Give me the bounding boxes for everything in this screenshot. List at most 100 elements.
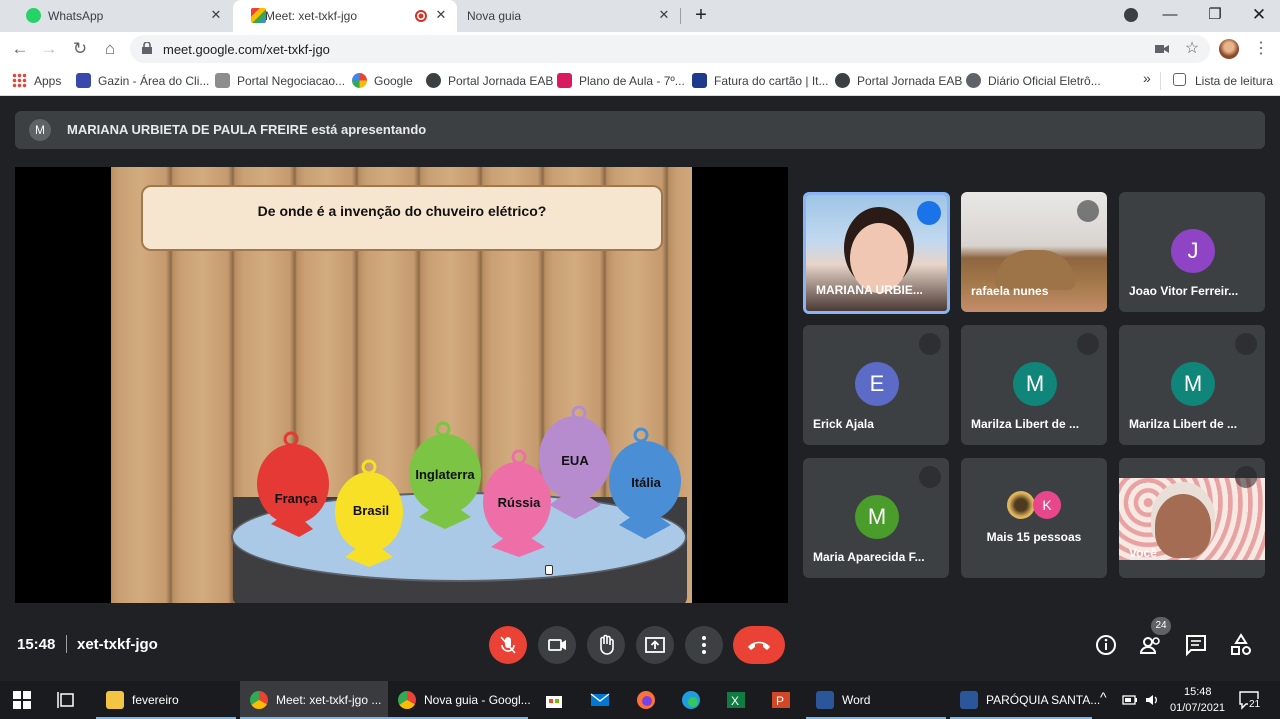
participant-tile-maria[interactable]: M Maria Aparecida F... <box>803 458 949 578</box>
folder-icon <box>106 691 124 709</box>
mail-icon[interactable] <box>590 690 610 710</box>
task-view-icon[interactable] <box>57 690 77 710</box>
taskbar-item-nova-guia[interactable]: Nova guia - Googl... <box>388 681 531 719</box>
restore-icon[interactable]: ❐ <box>1200 4 1230 26</box>
tab-label: Nova guia <box>467 9 522 23</box>
chat-icon[interactable] <box>1183 632 1209 658</box>
participant-avatar: M <box>1171 362 1215 406</box>
participant-avatar: J <box>1171 229 1215 273</box>
word-icon <box>816 691 834 709</box>
shared-slide: De onde é a invenção do chuveiro elétric… <box>111 167 692 603</box>
meeting-clock: 15:48 <box>17 636 56 653</box>
meeting-code: xet-txkf-jgo <box>77 636 158 653</box>
taskbar-item-paroquia[interactable]: PARÓQUIA SANTA... <box>950 681 1100 719</box>
notifications-button[interactable]: 21 <box>1238 689 1262 711</box>
participant-tile-marilza-2[interactable]: M Marilza Libert de ... <box>1119 325 1265 445</box>
apps-grid-icon <box>12 73 27 88</box>
camera-toggle-button[interactable] <box>538 626 576 664</box>
close-window-icon[interactable]: ✕ <box>1244 4 1274 26</box>
fish-label: EUA <box>561 453 589 468</box>
excel-icon[interactable]: X <box>726 690 746 710</box>
camera-blocked-icon[interactable] <box>1155 43 1169 55</box>
taskbar-item-meet[interactable]: Meet: xet-txkf-jgo ... <box>240 681 388 719</box>
powerpoint-icon[interactable]: P <box>771 690 791 710</box>
participant-tile-erick[interactable]: E Erick Ajala <box>803 325 949 445</box>
participant-tile-self[interactable]: Você <box>1119 458 1265 578</box>
meeting-details-icon[interactable] <box>1093 632 1119 658</box>
tab-whatsapp[interactable]: WhatsApp ✕ <box>8 0 232 32</box>
jornada-icon <box>426 73 441 88</box>
tab-divider <box>680 8 681 24</box>
tab-meet[interactable]: Meet: xet-txkf-jgo ✕ <box>233 0 457 32</box>
participant-tile-marilza[interactable]: M Marilza Libert de ... <box>961 325 1107 445</box>
activities-icon[interactable] <box>1228 632 1254 658</box>
edge-icon[interactable] <box>681 690 701 710</box>
tab-nova-guia[interactable]: Nova guia ✕ <box>458 0 680 32</box>
leave-call-button[interactable] <box>733 626 785 664</box>
close-tab-icon[interactable]: ✕ <box>208 7 224 23</box>
fish-eua[interactable]: EUA <box>535 403 615 521</box>
more-participants-label: Mais 15 pessoas <box>986 530 1082 544</box>
participant-tile-mariana[interactable]: MARIANA URBIE... <box>803 192 950 314</box>
forward-icon[interactable]: → <box>38 38 60 60</box>
firefox-icon[interactable] <box>636 690 656 710</box>
question-box: De onde é a invenção do chuveiro elétric… <box>141 185 663 251</box>
chevron-up-icon[interactable]: ^ <box>1100 689 1107 705</box>
volume-icon[interactable] <box>1144 692 1160 708</box>
fish-brasil[interactable]: Brasil <box>329 457 413 569</box>
windows-taskbar: fevereiro Meet: xet-txkf-jgo ... Nova gu… <box>0 681 1280 719</box>
close-tab-icon[interactable]: ✕ <box>656 7 672 23</box>
bookmark-star-icon[interactable]: ☆ <box>1181 38 1203 60</box>
close-tab-icon[interactable]: ✕ <box>433 7 449 23</box>
people-icon[interactable] <box>1138 632 1164 658</box>
clock-divider <box>66 635 67 653</box>
portal-icon <box>215 73 230 88</box>
presenter-text: MARIANA URBIETA DE PAULA FREIRE está apr… <box>67 122 427 137</box>
battery-icon[interactable] <box>1122 692 1138 708</box>
mic-off-icon <box>1077 200 1099 222</box>
svg-text:X: X <box>731 694 739 708</box>
address-bar[interactable]: meet.google.com/xet-txkf-jgo <box>130 35 1210 63</box>
fish-inglaterra[interactable]: Inglaterra <box>405 419 485 531</box>
participant-tile-rafaela[interactable]: rafaela nunes <box>961 192 1107 312</box>
participant-name: Marilza Libert de ... <box>971 417 1080 431</box>
reload-icon[interactable]: ↻ <box>69 38 91 60</box>
back-icon[interactable]: ← <box>9 38 31 60</box>
more-vert-icon <box>702 636 706 654</box>
taskbar-item-word[interactable]: Word <box>806 681 946 719</box>
fish-label: Brasil <box>352 503 390 518</box>
fish-franca[interactable]: França <box>251 429 341 539</box>
minimize-icon[interactable]: — <box>1155 4 1185 26</box>
participant-name: Joao Vitor Ferreir... <box>1129 284 1239 298</box>
participant-name: Você <box>1129 546 1157 560</box>
camera-icon <box>548 639 566 651</box>
profile-avatar[interactable] <box>1219 39 1239 59</box>
mic-toggle-button[interactable] <box>489 626 527 664</box>
more-participants-tile[interactable]: K Mais 15 pessoas <box>961 458 1107 578</box>
system-time[interactable]: 15:48 <box>1184 686 1212 698</box>
mouse-cursor-icon <box>545 565 553 575</box>
taskbar-item-fevereiro[interactable]: fevereiro <box>96 681 236 719</box>
participant-avatar: M <box>1013 362 1057 406</box>
present-icon <box>645 637 665 653</box>
tab-search-icon[interactable] <box>1116 4 1146 26</box>
home-icon[interactable]: ⌂ <box>99 38 121 60</box>
more-bookmarks-icon[interactable]: » <box>1143 70 1151 88</box>
fish-label: Itália <box>631 475 661 490</box>
more-options-button[interactable] <box>685 626 723 664</box>
google-meet-icon <box>251 8 266 23</box>
participant-tile-joao[interactable]: J Joao Vitor Ferreir... <box>1119 192 1265 312</box>
system-date[interactable]: 01/07/2021 <box>1170 702 1225 714</box>
tab-label: Meet: xet-txkf-jgo <box>265 9 358 23</box>
new-tab-icon[interactable]: + <box>686 4 716 26</box>
word-icon <box>960 691 978 709</box>
store-icon[interactable] <box>544 690 564 710</box>
menu-dots-icon[interactable]: ⋮ <box>1250 38 1272 60</box>
participant-name: Erick Ajala <box>813 417 874 431</box>
windows-start-icon[interactable] <box>12 690 32 710</box>
question-text: De onde é a invenção do chuveiro elétric… <box>257 203 547 219</box>
hand-icon <box>600 634 614 655</box>
fish-italia[interactable]: Itália <box>607 425 685 541</box>
raise-hand-button[interactable] <box>587 626 625 664</box>
present-screen-button[interactable] <box>636 626 674 664</box>
